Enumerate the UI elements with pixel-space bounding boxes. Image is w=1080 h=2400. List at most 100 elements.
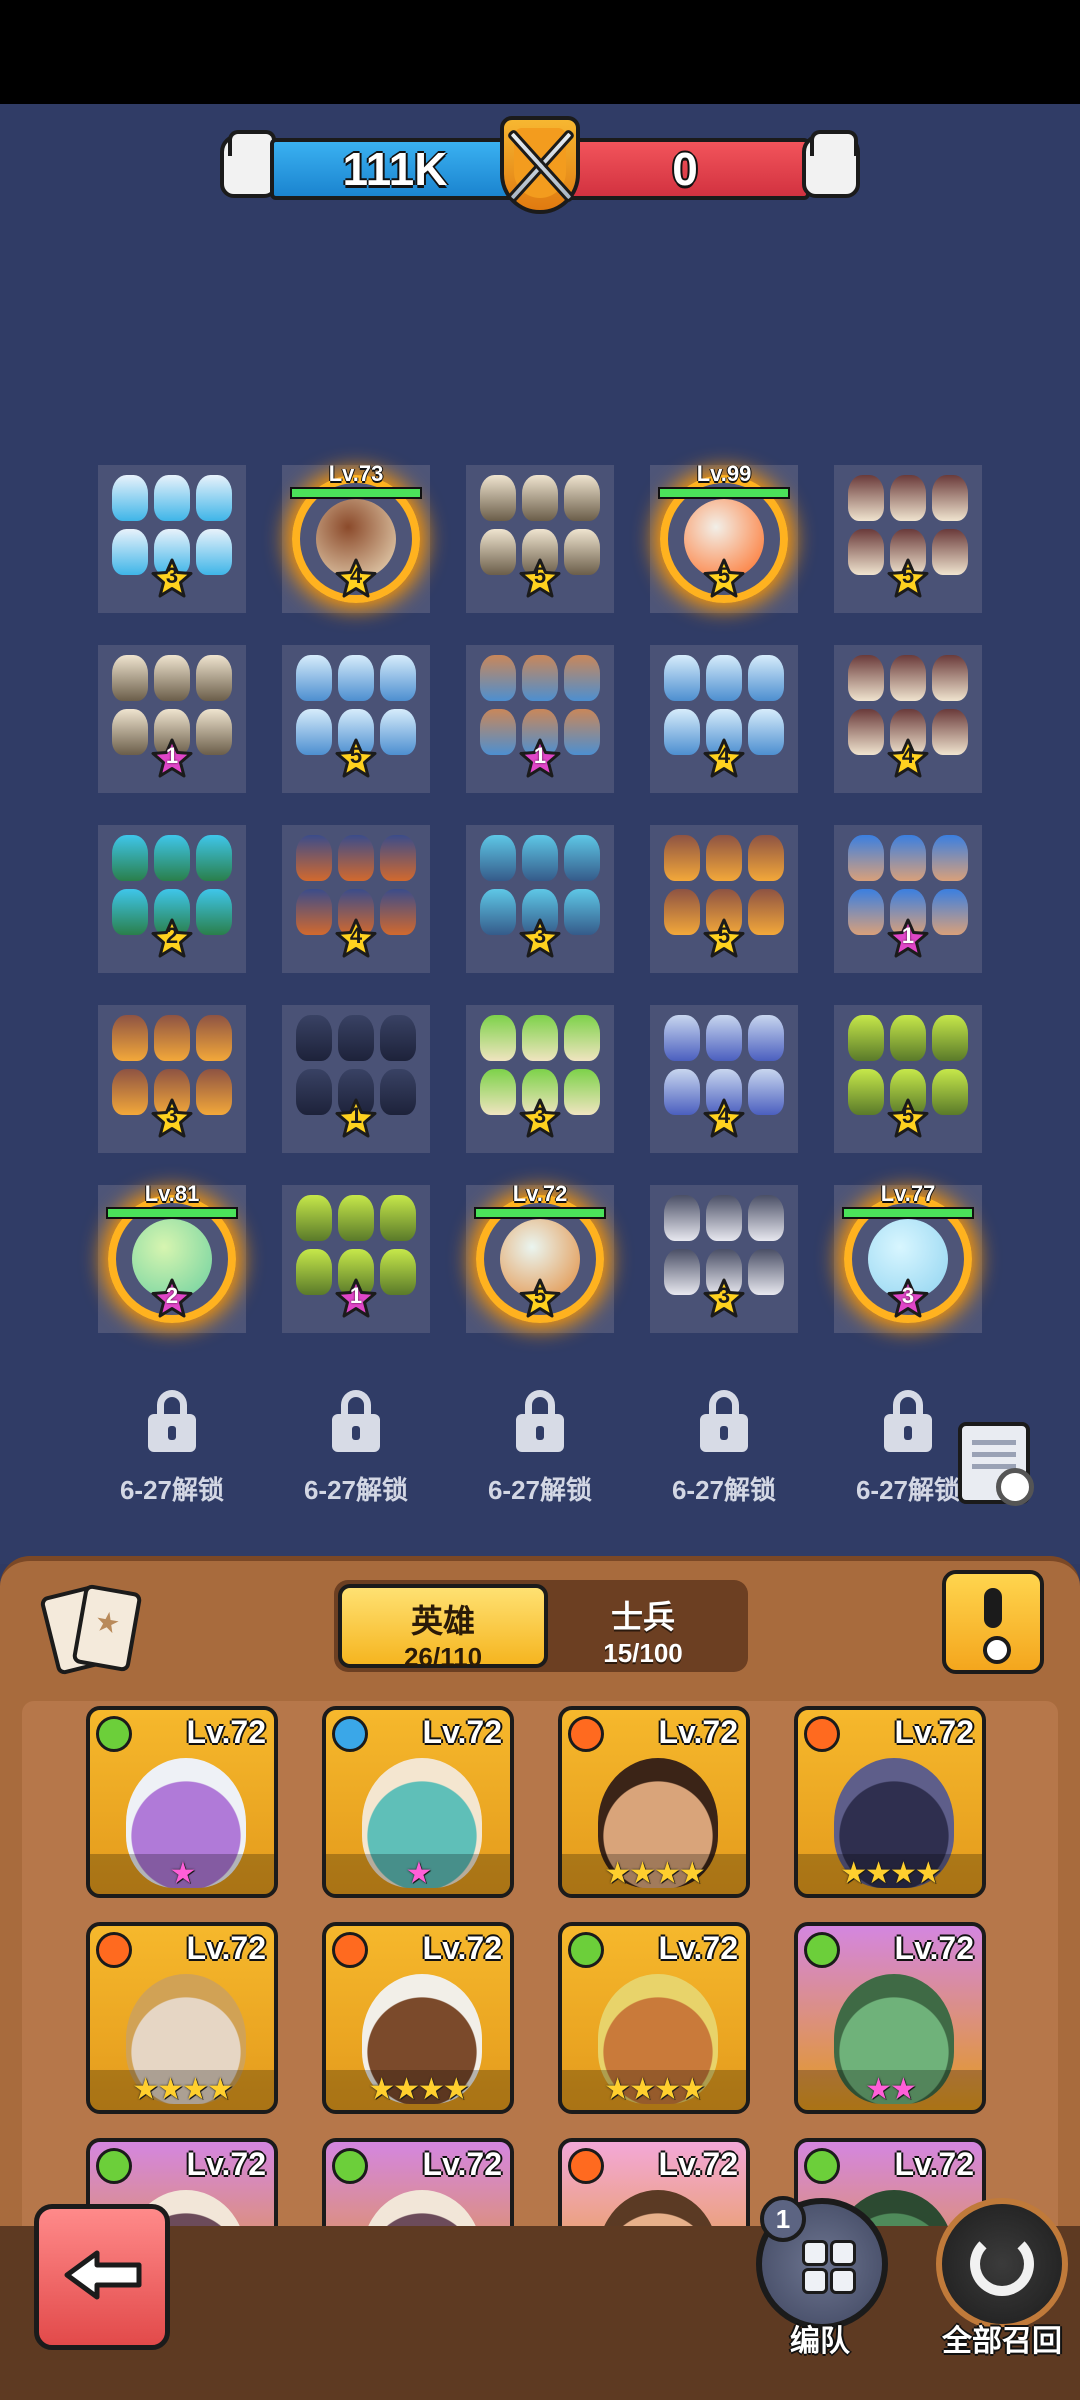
unlock-date-label: 6-27解锁 [303, 1475, 409, 1505]
locked-slot: 6-27解锁 [98, 1390, 246, 1507]
unit-grid-cell[interactable]: 3 [98, 465, 246, 613]
hero-level-label: Lv.77 [880, 1181, 936, 1206]
lock-icon [144, 1390, 200, 1454]
recall-icon [970, 2232, 1034, 2296]
hero-card-level: Lv.72 [894, 1714, 974, 1750]
unit-grid-cell[interactable]: 5 [834, 1005, 982, 1153]
unit-grid-cell[interactable]: 5 [834, 465, 982, 613]
unit-figure [564, 475, 600, 521]
hero-card-level: Lv.72 [186, 1930, 266, 1966]
unit-figure [664, 835, 700, 881]
tab-heroes-label: 英雄 [410, 1603, 475, 1639]
hero-card[interactable]: Lv.72 ★ [322, 1706, 514, 1898]
leaf-icon [568, 1932, 604, 1968]
hero-grid-cell[interactable]: Lv.72 5 [466, 1181, 614, 1333]
hero-grid-cell[interactable]: Lv.99 5 [650, 461, 798, 613]
unit-grid-cell[interactable]: 2 [98, 825, 246, 973]
unit-figure [196, 1069, 232, 1115]
unit-figure [664, 1195, 700, 1241]
tab-heroes[interactable]: 英雄 26/110 [338, 1584, 548, 1672]
battle-report-icon[interactable] [958, 1422, 1034, 1506]
star-rank-badge: 4 [334, 917, 378, 961]
star-rank-badge: 3 [150, 557, 194, 601]
tab-soldiers[interactable]: 士兵 15/100 [538, 1584, 748, 1668]
unit-figure [480, 655, 516, 701]
unit-figure [932, 889, 968, 935]
unit-figure [706, 835, 742, 881]
hero-card[interactable]: Lv.72 ★★★★ [558, 1922, 750, 2114]
unit-grid-cell[interactable]: 1 [98, 645, 246, 793]
unit-figure [848, 1015, 884, 1061]
unit-grid-cell[interactable]: 1 [282, 1005, 430, 1153]
unit-grid-cell[interactable]: 4 [650, 1005, 798, 1153]
unit-figure [932, 1015, 968, 1061]
unit-figure [112, 529, 148, 575]
hero-card[interactable]: Lv.72 [558, 2138, 750, 2226]
hero-card-level: Lv.72 [422, 1930, 502, 1966]
star-rank-badge: 5 [518, 557, 562, 601]
recall-all-label: 全部召回 [942, 2325, 1062, 2358]
unit-grid-cell[interactable]: 4 [282, 825, 430, 973]
hero-hp-bar [658, 487, 790, 499]
unit-grid-cell[interactable]: 1 [466, 645, 614, 793]
hero-card[interactable]: Lv.72 ★ [86, 1706, 278, 1898]
unit-grid-cell[interactable]: 4 [834, 645, 982, 793]
hero-card[interactable]: Lv.72 ★★★★ [794, 1706, 986, 1898]
unit-figure [380, 709, 416, 755]
star-rank-badge: 5 [702, 557, 746, 601]
unit-figure [196, 655, 232, 701]
hero-grid-cell[interactable]: Lv.73 4 [282, 461, 430, 613]
hero-level-label: Lv.72 [512, 1181, 568, 1206]
star-rank-badge: 1 [518, 737, 562, 781]
star-rank-number: 5 [533, 1283, 547, 1308]
star-rank-badge: 1 [886, 917, 930, 961]
hero-grid-cell[interactable]: Lv.77 3 [834, 1181, 982, 1333]
unit-grid-cell[interactable]: 3 [650, 1185, 798, 1333]
unit-figure [932, 835, 968, 881]
unit-grid-cell[interactable]: 3 [466, 1005, 614, 1153]
hero-card[interactable]: Lv.72 ★★★★ [86, 1922, 278, 2114]
hero-card-stars: ★ [90, 1854, 274, 1894]
star-rank-number: 5 [533, 563, 547, 588]
power-comparison-bar: 111K 0 [220, 116, 860, 214]
back-button[interactable] [34, 2204, 170, 2350]
unit-grid-cell[interactable]: 3 [98, 1005, 246, 1153]
alert-info-button[interactable] [942, 1570, 1044, 1674]
unit-grid-cell[interactable]: 3 [466, 825, 614, 973]
unit-grid-cell[interactable]: 5 [282, 645, 430, 793]
unit-figure [748, 1249, 784, 1295]
hero-grid-cell[interactable]: Lv.81 2 [98, 1181, 246, 1333]
unit-grid-cell[interactable]: 1 [282, 1185, 430, 1333]
star-rank-number: 1 [901, 923, 915, 948]
unit-figure [480, 1015, 516, 1061]
unit-grid-cell[interactable]: 5 [466, 465, 614, 613]
unit-figure [890, 1015, 926, 1061]
hero-card[interactable]: Lv.72 ★★★★ [322, 1922, 514, 2114]
water-icon [332, 1716, 368, 1752]
hero-card[interactable]: Lv.72 ★★ [794, 1922, 986, 2114]
star-rank-badge: 1 [334, 1097, 378, 1141]
hero-card-stars: ★★★★ [562, 2070, 746, 2110]
hero-card[interactable]: Lv.72 [322, 2138, 514, 2226]
unit-grid-cell[interactable]: 5 [650, 825, 798, 973]
unit-figure [522, 655, 558, 701]
unit-grid-cell[interactable]: 4 [650, 645, 798, 793]
star-rank-number: 2 [165, 923, 179, 948]
formation-label: 编队 [790, 2325, 850, 2358]
unit-grid-cell[interactable]: 1 [834, 825, 982, 973]
card-collection-button[interactable] [39, 1583, 144, 1676]
fire-icon [568, 2148, 604, 2184]
star-rank-number: 1 [533, 743, 547, 768]
star-rank-number: 5 [717, 563, 731, 588]
unit-figure [664, 889, 700, 935]
star-rank-number: 5 [901, 563, 915, 588]
unit-figure [154, 475, 190, 521]
unit-figure [748, 655, 784, 701]
hero-hp-fill [108, 1209, 236, 1217]
back-arrow-icon [64, 2250, 142, 2300]
hero-level-hp: Lv.72 [474, 1181, 606, 1219]
recall-all-button[interactable] [936, 2198, 1068, 2330]
unit-figure [380, 655, 416, 701]
hero-card[interactable]: Lv.72 ★★★★ [558, 1706, 750, 1898]
unlock-date-label: 6-27解锁 [671, 1475, 777, 1505]
